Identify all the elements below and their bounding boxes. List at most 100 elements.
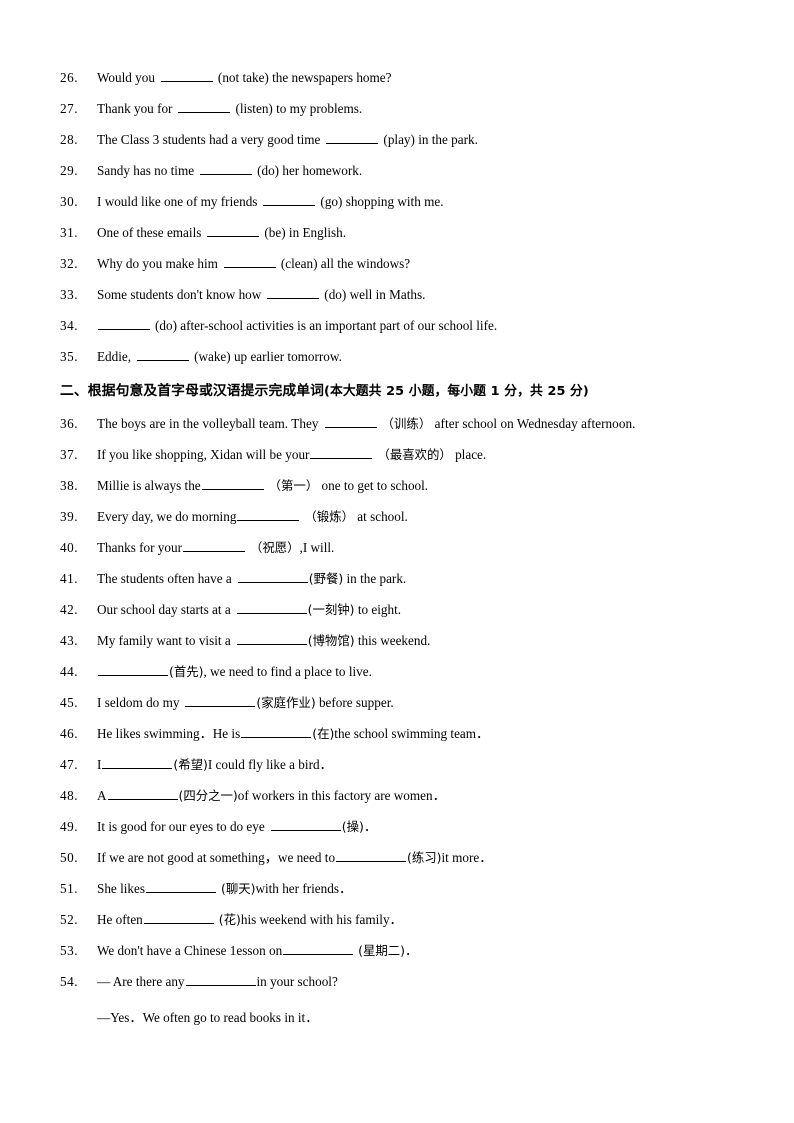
answer-blank[interactable] xyxy=(236,602,307,614)
question-text: A (四分之一)of workers in this factory are wo… xyxy=(97,780,740,811)
question-number: 36. xyxy=(60,416,78,431)
question-number: 51. xyxy=(60,881,78,896)
answer-blank[interactable] xyxy=(283,943,354,955)
question-text: Some students don't know how (do) well in… xyxy=(97,279,740,310)
question-row: 52. He often (花)his weekend with his fami… xyxy=(60,904,740,935)
answer-blank[interactable] xyxy=(146,881,216,893)
question-hint: (希望) xyxy=(173,757,208,772)
question-text-pre: He often xyxy=(97,912,143,927)
question-text-pre: The students often have a xyxy=(97,571,232,586)
question-text-post: ． xyxy=(405,943,419,958)
question-text: Thanks for your （祝愿）,I will. xyxy=(97,532,740,563)
question-text-pre: I seldom do my xyxy=(97,695,180,710)
question-text-pre: Thanks for your xyxy=(97,540,182,555)
answer-blank[interactable] xyxy=(98,664,168,676)
answer-blank[interactable] xyxy=(201,478,264,490)
answer-blank[interactable] xyxy=(160,70,213,82)
question-hint: （祝愿） xyxy=(249,540,300,555)
question-text: One of these emails (be) in English. xyxy=(97,217,740,248)
question-text-pre: Would you xyxy=(97,70,155,85)
question-hint: (在) xyxy=(312,726,335,741)
question-number: 39. xyxy=(60,509,78,524)
question-hint: (一刻钟) xyxy=(307,602,355,617)
answer-blank[interactable] xyxy=(326,132,379,144)
question-number: 30. xyxy=(60,194,78,209)
question-text-post: place. xyxy=(455,447,487,462)
section-two-heading: 二、根据句意及首字母或汉语提示完成单词(本大题共 25 小题，每小题 1 分，共… xyxy=(60,375,740,407)
question-row: 39. Every day, we do morning （锻炼） at scho… xyxy=(60,501,740,532)
question-text-post: (be) in English. xyxy=(264,225,347,240)
question-text: (首先), we need to find a place to live. xyxy=(97,656,740,687)
question-text-pre: I xyxy=(97,757,102,772)
question-hint: (四分之一) xyxy=(178,788,238,803)
answer-blank[interactable] xyxy=(223,256,276,268)
question-hint: (聊天) xyxy=(221,881,256,896)
question-number: 40. xyxy=(60,540,78,555)
question-row: 54. — Are there any in your school? xyxy=(60,966,740,997)
followup-answer-text: —Yes．We often go to read books in it． xyxy=(97,1010,319,1025)
answer-blank[interactable] xyxy=(143,912,214,924)
question-number: 33. xyxy=(60,287,78,302)
question-text-pre: Our school day starts at a xyxy=(97,602,231,617)
question-row: 30. I would like one of my friends (go) s… xyxy=(60,186,740,217)
question-text-pre: Some students don't know how xyxy=(97,287,262,302)
answer-blank[interactable] xyxy=(107,788,178,800)
question-number: 37. xyxy=(60,447,78,462)
question-text-post: ． xyxy=(363,819,377,834)
question-text-pre: It is good for our eyes to do eye xyxy=(97,819,265,834)
question-row: 31. One of these emails (be) in English. xyxy=(60,217,740,248)
question-text: — Are there any in your school? xyxy=(97,966,740,997)
question-text: He likes swimming．He is (在)the school swi… xyxy=(97,718,740,749)
question-hint: (练习) xyxy=(407,850,442,865)
answer-blank[interactable] xyxy=(178,101,231,113)
answer-blank[interactable] xyxy=(185,695,256,707)
question-text-post: I could fly like a bird． xyxy=(207,757,333,772)
question-text-post: before supper. xyxy=(318,695,394,710)
question-text-post: (clean) all the windows? xyxy=(280,256,411,271)
question-text-post: to eight. xyxy=(357,602,402,617)
question-text: It is good for our eyes to do eye (操)． xyxy=(97,811,740,842)
answer-blank[interactable] xyxy=(102,757,173,769)
answer-blank[interactable] xyxy=(324,416,377,428)
answer-blank[interactable] xyxy=(182,540,245,552)
question-text-post: in your school? xyxy=(256,974,338,989)
question-text: I (希望)I could fly like a bird． xyxy=(97,749,740,780)
answer-blank[interactable] xyxy=(270,819,341,831)
answer-blank[interactable] xyxy=(137,349,190,361)
answer-blank[interactable] xyxy=(310,447,373,459)
question-row: 47. I (希望)I could fly like a bird． xyxy=(60,749,740,780)
answer-blank[interactable] xyxy=(98,318,150,330)
question-number: 28. xyxy=(60,132,78,147)
answer-blank[interactable] xyxy=(207,225,260,237)
question-row: 37. If you like shopping, Xidan will be … xyxy=(60,439,740,470)
question-text: (do) after-school activities is an impor… xyxy=(97,310,740,341)
answer-blank[interactable] xyxy=(336,850,407,862)
answer-blank[interactable] xyxy=(263,194,316,206)
question-row: 50. If we are not good at something，we n… xyxy=(60,842,740,873)
question-text: The Class 3 students had a very good tim… xyxy=(97,124,740,155)
question-hint: (首先) xyxy=(169,664,204,679)
section-two-heading-meta: (本大题共 25 小题，每小题 1 分，共 25 分) xyxy=(324,384,589,399)
answer-blank[interactable] xyxy=(241,726,312,738)
answer-blank[interactable] xyxy=(236,633,307,645)
answer-blank[interactable] xyxy=(185,974,256,986)
question-row: 45. I seldom do my (家庭作业) before supper. xyxy=(60,687,740,718)
question-text-post: after school on Wednesday afternoon. xyxy=(434,416,636,431)
question-text-post: in the park. xyxy=(346,571,407,586)
question-number: 45. xyxy=(60,695,78,710)
answer-blank[interactable] xyxy=(267,287,320,299)
question-text: If we are not good at something，we need … xyxy=(97,842,740,873)
question-number: 32. xyxy=(60,256,78,271)
answer-blank[interactable] xyxy=(200,163,253,175)
question-text-post: (not take) the newspapers home? xyxy=(217,70,392,85)
question-hint: （最喜欢的） xyxy=(377,447,452,462)
section-one-question-list: 26. Would you (not take) the newspapers h… xyxy=(60,62,740,372)
question-text-post: (do) after-school activities is an impor… xyxy=(155,318,498,333)
answer-blank[interactable] xyxy=(237,509,300,521)
question-text-pre: The Class 3 students had a very good tim… xyxy=(97,132,321,147)
answer-blank[interactable] xyxy=(237,571,308,583)
question-number: 47. xyxy=(60,757,78,772)
question-row: 33. Some students don't know how (do) wel… xyxy=(60,279,740,310)
question-hint: (操) xyxy=(341,819,364,834)
question-text-pre: She likes xyxy=(97,881,145,896)
